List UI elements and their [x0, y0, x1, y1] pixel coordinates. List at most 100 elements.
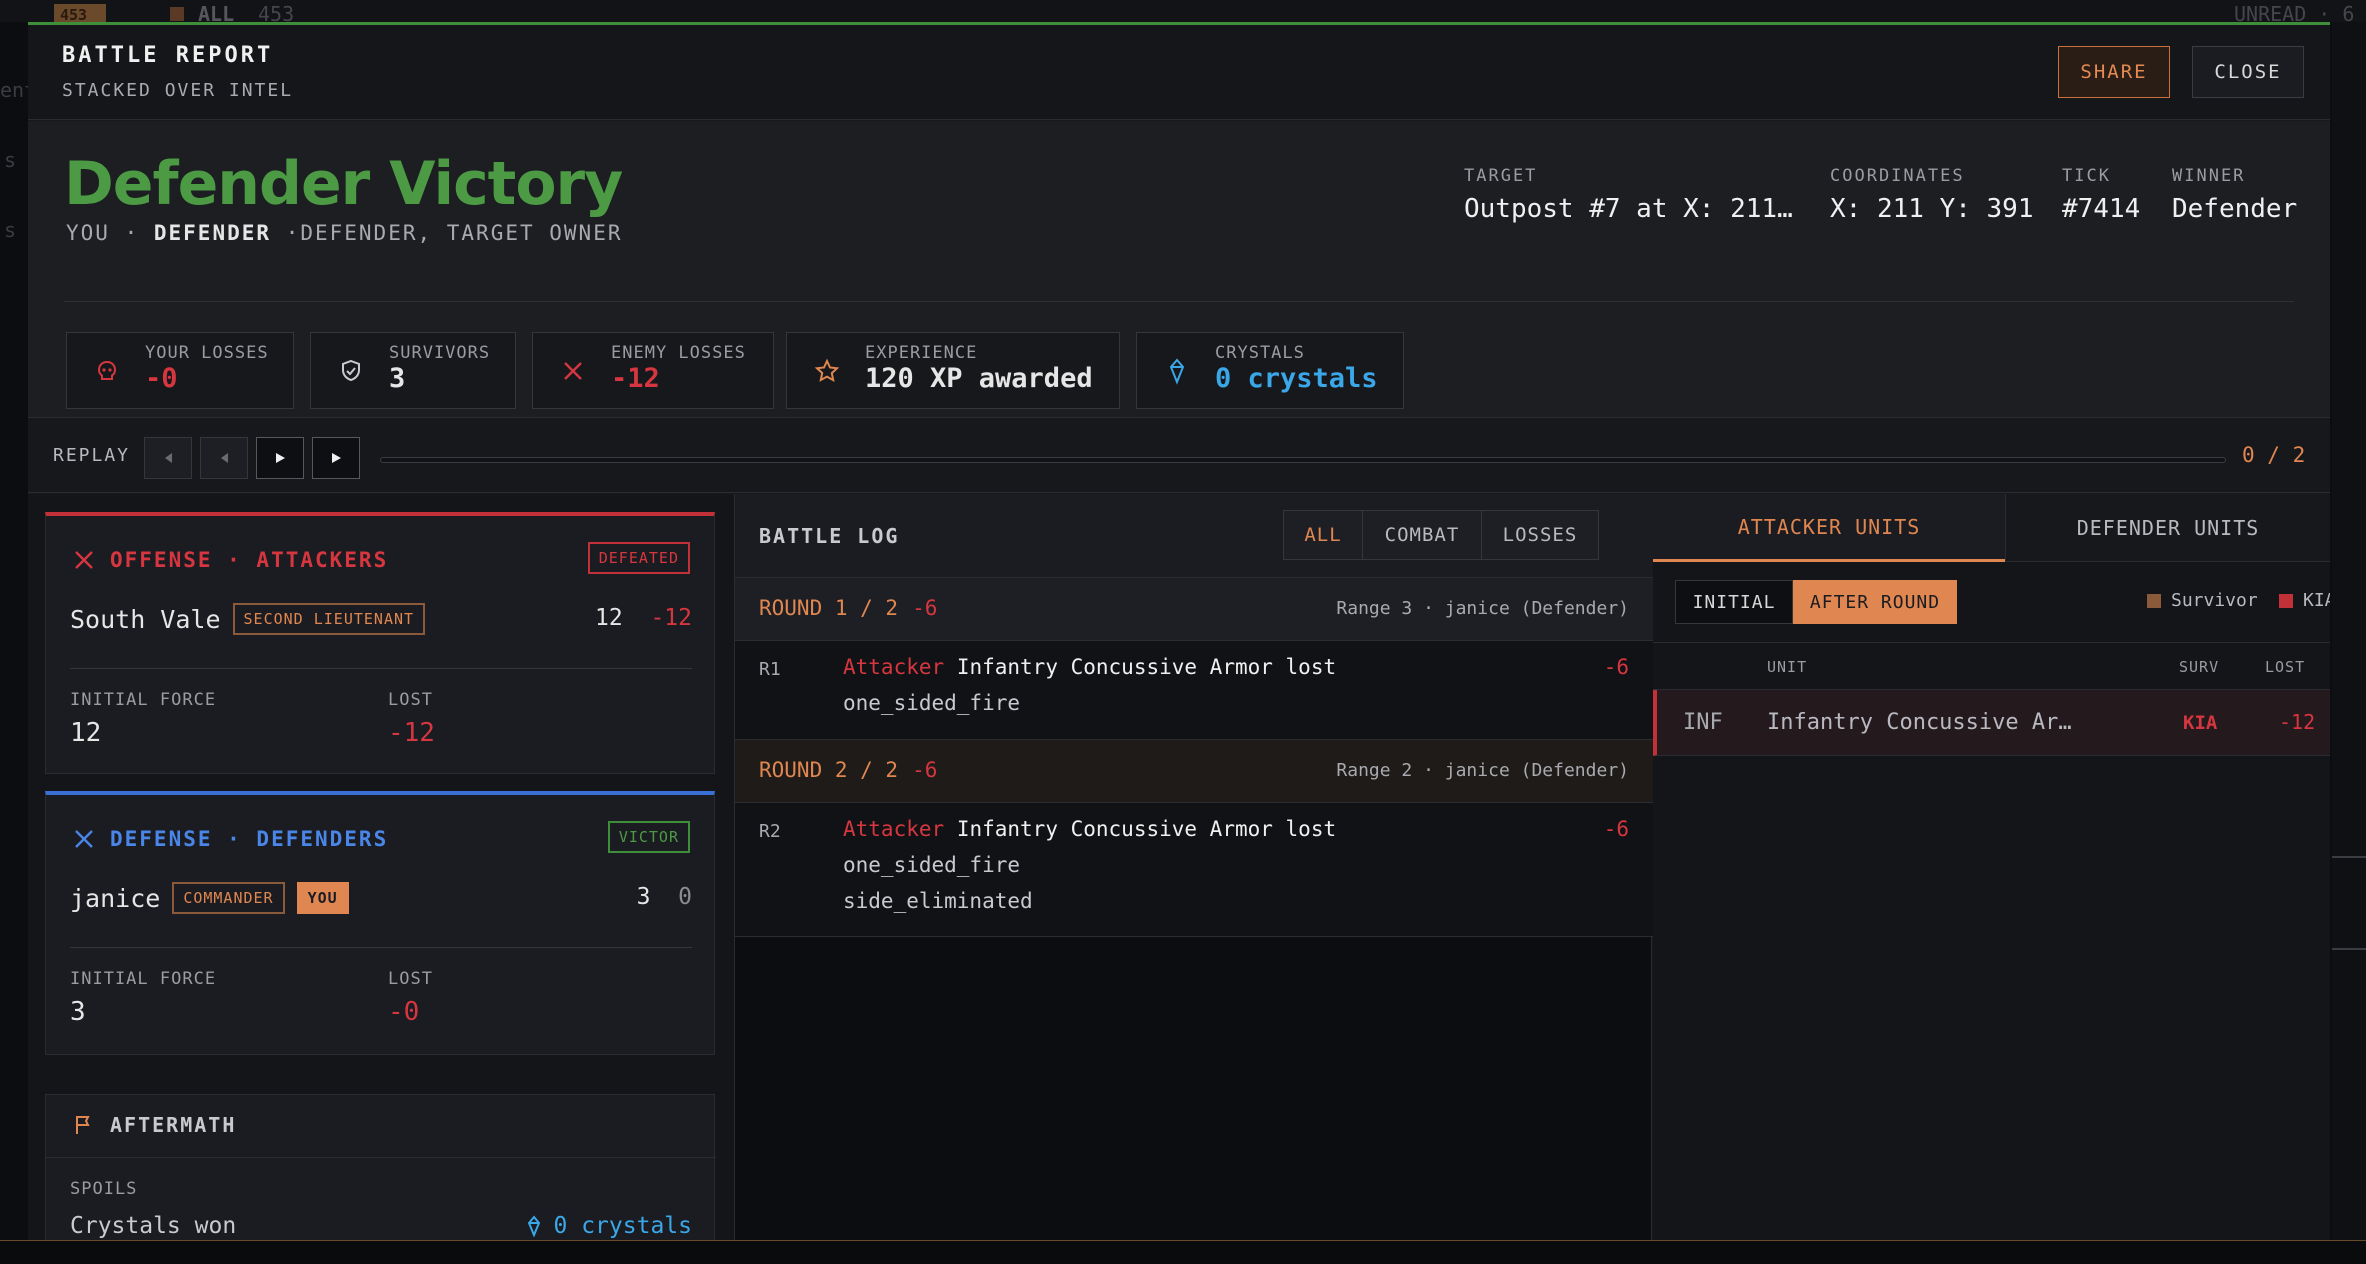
- log-entry-id: R2: [759, 821, 781, 842]
- column-surv: SURV: [2179, 658, 2220, 676]
- crossed-swords-icon: [75, 551, 93, 569]
- lost-value: -0: [388, 997, 420, 1027]
- round-title: ROUND 2 / 2: [759, 758, 899, 782]
- victor-badge: VICTOR: [607, 821, 690, 853]
- crystal-icon: [527, 1215, 540, 1237]
- unit-lost: -12: [2279, 710, 2316, 734]
- stat-your-losses: YOUR LOSSES -0: [66, 332, 294, 409]
- stat-crystals: CRYSTALS 0 crystals: [1136, 332, 1404, 409]
- defense-heading: DEFENSE · DEFENDERS: [72, 827, 388, 851]
- replay-next-button[interactable]: [312, 437, 360, 479]
- step-back-icon: [221, 453, 228, 463]
- initial-force-value: 3: [70, 997, 86, 1027]
- defense-title: DEFENSE · DEFENDERS: [110, 827, 389, 851]
- unit-code: INF: [1683, 710, 1723, 735]
- winner-label: WINNER: [2172, 166, 2246, 186]
- winner-info: WINNER Defender: [2172, 166, 2297, 224]
- attacker-count: 12: [595, 605, 623, 631]
- column-lost: LOST: [2265, 658, 2306, 676]
- log-entry: R2 Attacker Infantry Concussive Armor lo…: [735, 803, 1653, 937]
- star-icon: [814, 358, 840, 383]
- stat-enemy-losses: ENEMY LOSSES -12: [532, 332, 774, 409]
- replay-first-button[interactable]: [144, 437, 192, 479]
- initial-force-label: INITIAL FORCE: [70, 969, 217, 989]
- aftermath-panel: AFTERMATH SPOILS Crystals won 0 crystals: [45, 1094, 716, 1240]
- legend-kia: KIA: [2279, 590, 2330, 611]
- units-table-header: UNIT SURV LOST: [1653, 642, 2330, 690]
- replay-scrubber[interactable]: [380, 457, 2226, 463]
- tab-defender-units[interactable]: DEFENDER UNITS: [2005, 494, 2330, 562]
- lost-label: LOST: [388, 969, 433, 989]
- attacker-row: South Vale SECOND LIEUTENANT 12 -12: [70, 602, 692, 636]
- log-actor: Attacker: [843, 817, 945, 841]
- summary-divider: [64, 301, 2294, 302]
- initial-force-value: 12: [70, 718, 102, 748]
- initial-toggle[interactable]: INITIAL: [1675, 580, 1793, 624]
- round-header[interactable]: ROUND 1 / 2 -6 Range 3 · janice (Defender…: [735, 578, 1653, 641]
- table-row[interactable]: INF Infantry Concussive Ar… KIA -12: [1653, 690, 2330, 756]
- stat-label: EXPERIENCE: [865, 343, 978, 363]
- flag-icon: [76, 1116, 90, 1134]
- after-round-toggle[interactable]: AFTER ROUND: [1793, 580, 1957, 624]
- defense-divider: [70, 947, 692, 948]
- tab-attacker-units[interactable]: ATTACKER UNITS: [1653, 494, 2005, 562]
- stat-value: 3: [389, 363, 406, 394]
- filter-combat-button[interactable]: COMBAT: [1362, 510, 1482, 560]
- legend-swatch: [2279, 593, 2293, 608]
- log-entry-id: R1: [759, 659, 781, 680]
- stat-label: ENEMY LOSSES: [611, 343, 746, 363]
- stat-value: -12: [611, 363, 660, 394]
- stat-value: -0: [145, 363, 178, 394]
- log-damage: -6: [1603, 655, 1629, 679]
- attacker-name[interactable]: South Vale: [70, 605, 221, 634]
- coordinates-link[interactable]: X: 211 Y: 391: [1830, 194, 2034, 224]
- lost-label: LOST: [388, 690, 433, 710]
- aftermath-heading: AFTERMATH: [72, 1113, 236, 1137]
- coordinates-info: COORDINATES X: 211 Y: 391: [1830, 166, 2034, 224]
- background-footer: [0, 1240, 2366, 1264]
- stat-survivors: SURVIVORS 3: [310, 332, 516, 409]
- attacker-counts: 12 -12: [595, 605, 692, 631]
- battle-report-modal: BATTLE REPORT STACKED OVER INTEL SHARE C…: [28, 22, 2330, 1240]
- log-note: one_sided_fire: [843, 853, 1021, 877]
- battle-log-title: BATTLE LOG: [759, 524, 900, 548]
- legend-survivor: Survivor: [2147, 590, 2258, 611]
- replay-counter: 0 / 2: [2242, 443, 2306, 467]
- round-range: Range 3 · janice (Defender): [1336, 598, 1629, 619]
- replay-play-button[interactable]: [256, 437, 304, 479]
- target-label: TARGET: [1464, 166, 1538, 186]
- background-filter-square: [170, 7, 184, 21]
- battle-log-header: BATTLE LOG ALL COMBAT LOSSES: [735, 494, 1653, 578]
- target-value: Outpost #7 at X: 211…: [1464, 194, 1793, 224]
- battle-log-column: BATTLE LOG ALL COMBAT LOSSES ROUND 1 / 2…: [734, 494, 1653, 1240]
- defender-row: janice COMMANDER YOU 3 0: [70, 881, 692, 915]
- filter-losses-button[interactable]: LOSSES: [1481, 510, 1599, 560]
- log-entry-event: Attacker Infantry Concussive Armor lost: [843, 817, 1336, 841]
- background-toolbar: 453 ALL 453 UNREAD · 6: [0, 0, 2366, 26]
- stat-value: 120 XP awarded: [865, 363, 1093, 394]
- share-button[interactable]: SHARE: [2058, 46, 2170, 98]
- modal-header: BATTLE REPORT STACKED OVER INTEL SHARE C…: [28, 25, 2330, 120]
- forces-column: OFFENSE · ATTACKERS DEFEATED South Vale …: [28, 494, 734, 1240]
- unit-status-kia: KIA: [2183, 712, 2218, 734]
- crystal-icon: [1169, 358, 1185, 385]
- offense-heading: OFFENSE · ATTACKERS: [72, 548, 388, 572]
- background-side-text: s: [4, 148, 17, 172]
- defender-name[interactable]: janice: [70, 884, 160, 913]
- tick-label: TICK: [2062, 166, 2111, 186]
- unit-name: Infantry Concussive Ar…: [1767, 710, 2072, 735]
- log-event: Infantry Concussive Armor lost: [956, 655, 1337, 679]
- replay-prev-button[interactable]: [200, 437, 248, 479]
- shield-icon: [342, 359, 360, 382]
- aftermath-title: AFTERMATH: [110, 1113, 237, 1137]
- log-entry-event: Attacker Infantry Concussive Armor lost: [843, 655, 1336, 679]
- round-header[interactable]: ROUND 2 / 2 -6 Range 2 · janice (Defender…: [735, 740, 1653, 803]
- stat-value: 0 crystals: [1215, 363, 1378, 394]
- winner-value: Defender: [2172, 194, 2298, 224]
- role-note: ·DEFENDER, TARGET OWNER: [285, 221, 623, 245]
- close-button[interactable]: CLOSE: [2192, 46, 2304, 98]
- spoils-label: SPOILS: [70, 1179, 138, 1199]
- round-range: Range 2 · janice (Defender): [1336, 760, 1629, 781]
- offense-panel: OFFENSE · ATTACKERS DEFEATED South Vale …: [45, 512, 715, 774]
- filter-all-button[interactable]: ALL: [1283, 510, 1363, 560]
